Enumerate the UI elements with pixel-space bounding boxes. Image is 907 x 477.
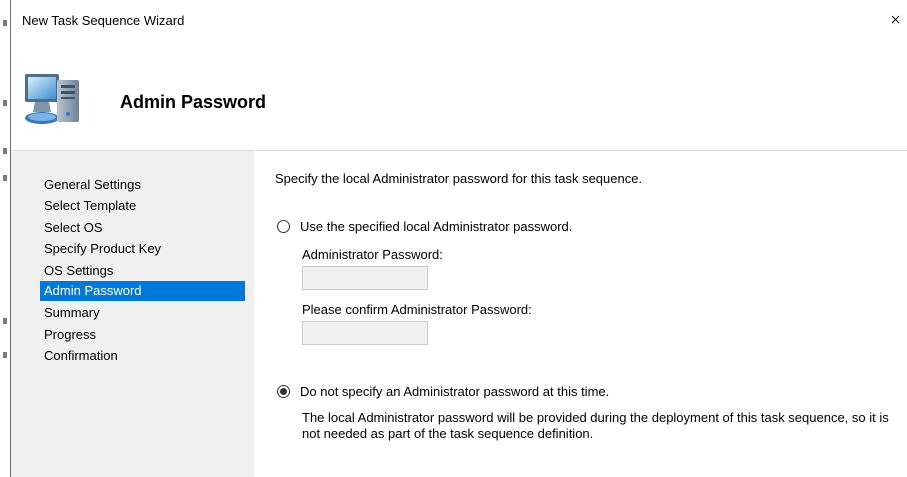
nav-item-specify-product-key[interactable]: Specify Product Key [40, 239, 245, 259]
page-title: Admin Password [120, 92, 267, 112]
nav-item-general-settings[interactable]: General Settings [40, 175, 245, 195]
edge-mark [3, 352, 7, 358]
intro-text: Specify the local Administrator password… [275, 171, 643, 186]
nav-item-admin-password[interactable]: Admin Password [40, 281, 245, 301]
admin-password-label: Administrator Password: [302, 247, 443, 262]
radio-label-no-password[interactable]: Do not specify an Administrator password… [300, 384, 609, 399]
confirm-password-field[interactable] [302, 321, 428, 345]
nav-item-progress[interactable]: Progress [40, 325, 245, 345]
computer-icon [23, 68, 85, 130]
nav-item-select-template[interactable]: Select Template [40, 196, 245, 216]
no-password-description: The local Administrator password will be… [302, 410, 889, 441]
nav-item-confirmation[interactable]: Confirmation [40, 346, 245, 366]
radio-use-specified-password[interactable] [277, 220, 290, 233]
radio-selected-dot [280, 388, 287, 395]
title-bar: New Task Sequence Wizard [11, 0, 907, 40]
nav-item-os-settings[interactable]: OS Settings [40, 261, 245, 281]
nav-item-select-os[interactable]: Select OS [40, 218, 245, 238]
wizard-header: Admin Password [11, 40, 907, 150]
wizard-content: Specify the local Administrator password… [254, 151, 907, 477]
wizard-step-list: General Settings Select Template Select … [11, 151, 254, 477]
edge-mark [3, 100, 7, 106]
window-title: New Task Sequence Wizard [22, 13, 185, 28]
edge-mark [3, 175, 7, 181]
nav-item-summary[interactable]: Summary [40, 303, 245, 323]
edge-mark [3, 20, 7, 26]
admin-password-field[interactable] [302, 266, 428, 290]
radio-label-use-specified-password[interactable]: Use the specified local Administrator pa… [300, 219, 572, 234]
edge-mark [3, 148, 7, 154]
confirm-password-label: Please confirm Administrator Password: [302, 302, 532, 317]
edge-mark [3, 318, 7, 324]
close-icon[interactable] [885, 10, 907, 32]
radio-no-password[interactable] [277, 385, 290, 398]
